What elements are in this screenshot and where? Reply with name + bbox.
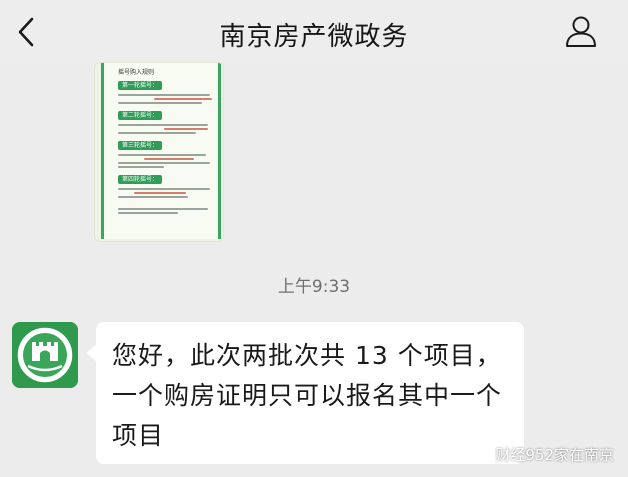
text-line bbox=[118, 212, 178, 214]
text-line bbox=[118, 132, 196, 134]
text-line bbox=[118, 196, 188, 198]
wechat-icon bbox=[471, 447, 492, 463]
card-content: 摇号购入规则 第一轮摇号： 第二轮摇号： 第三轮摇号： 第四轮摇号： bbox=[101, 63, 221, 239]
card-heading: 摇号购入规则 bbox=[118, 69, 155, 76]
text-line bbox=[118, 102, 202, 104]
message-bubble[interactable]: 您好，此次两批次共 13 个项目，一个购房证明只可以报名其中一个项目 bbox=[96, 322, 524, 464]
text-line bbox=[154, 98, 212, 100]
round-badge-2: 第二轮摇号： bbox=[118, 111, 163, 120]
profile-icon[interactable] bbox=[564, 14, 598, 48]
sender-avatar[interactable] bbox=[12, 322, 78, 388]
round-badge-1: 第一轮摇号： bbox=[118, 81, 163, 90]
gate-logo-icon bbox=[12, 322, 78, 388]
text-line bbox=[134, 192, 186, 194]
text-line bbox=[118, 188, 210, 190]
round-badge-3: 第三轮摇号： bbox=[118, 141, 163, 150]
text-line bbox=[144, 158, 194, 160]
text-line bbox=[118, 124, 208, 126]
chat-title: 南京房产微政务 bbox=[219, 22, 409, 52]
text-line bbox=[118, 208, 208, 210]
text-line bbox=[164, 128, 208, 130]
text-line bbox=[118, 154, 206, 156]
message-timestamp: 上午9:33 bbox=[277, 277, 351, 297]
chat-header: 南京房产微政务 bbox=[0, 0, 628, 64]
round-badge-4: 第四轮摇号： bbox=[118, 175, 163, 184]
watermark-text: 财经952家在南京 bbox=[495, 446, 614, 464]
text-line bbox=[118, 162, 210, 164]
text-line bbox=[118, 166, 164, 168]
watermark: 财经952家在南京 bbox=[471, 444, 614, 465]
text-line bbox=[118, 94, 210, 96]
shared-image-card[interactable]: 摇号购入规则 第一轮摇号： 第二轮摇号： 第三轮摇号： 第四轮摇号： bbox=[94, 62, 224, 242]
message-text: 您好，此次两批次共 13 个项目，一个购房证明只可以报名其中一个项目 bbox=[112, 341, 503, 450]
